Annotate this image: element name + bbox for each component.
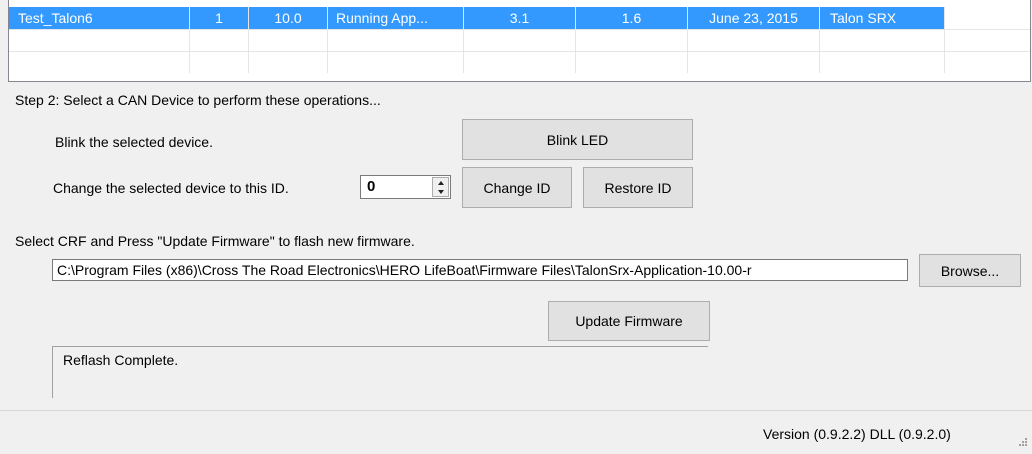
- blink-led-button[interactable]: Blink LED: [462, 119, 693, 160]
- browse-button[interactable]: Browse...: [919, 254, 1021, 287]
- flash-status-box: Reflash Complete.: [52, 346, 708, 398]
- firmware-version-cell: 10.0: [249, 7, 327, 29]
- device-row[interactable]: [9, 29, 1030, 51]
- column-divider: [944, 7, 945, 73]
- hardware-version-cell: 3.1: [464, 7, 575, 29]
- spin-down-button[interactable]: [433, 187, 448, 196]
- firmware-instruction: Select CRF and Press "Update Firmware" t…: [15, 233, 415, 249]
- blink-label: Blink the selected device.: [55, 134, 213, 150]
- restore-id-button[interactable]: Restore ID: [583, 167, 693, 208]
- device-row[interactable]: [9, 51, 1030, 73]
- flash-status-text: Reflash Complete.: [63, 352, 179, 368]
- device-list[interactable]: Test_Talon6 1 10.0 Running App... 3.1 1.…: [8, 0, 1031, 82]
- device-id-cell: 1: [190, 7, 248, 29]
- device-row[interactable]: Test_Talon6 1 10.0 Running App... 3.1 1.…: [9, 7, 1030, 29]
- change-id-button[interactable]: Change ID: [462, 167, 572, 208]
- arrow-up-icon: [437, 180, 444, 185]
- spin-buttons[interactable]: [432, 177, 449, 197]
- device-id-stepper[interactable]: 0: [360, 175, 451, 199]
- column-divider: [575, 7, 576, 73]
- step2-heading: Step 2: Select a CAN Device to perform t…: [15, 92, 381, 108]
- column-divider: [327, 7, 328, 73]
- device-id-value[interactable]: 0: [367, 178, 375, 195]
- status-bar: Version (0.9.2.2) DLL (0.9.2.0): [0, 410, 1032, 454]
- device-type-cell: Talon SRX: [820, 7, 944, 29]
- column-divider: [819, 7, 820, 73]
- column-divider: [189, 7, 190, 73]
- column-divider: [248, 7, 249, 73]
- update-firmware-button[interactable]: Update Firmware: [548, 301, 710, 341]
- row-divider: [9, 29, 1030, 30]
- resize-grip-icon[interactable]: [1016, 436, 1028, 448]
- manufacture-date-cell: June 23, 2015: [688, 7, 819, 29]
- arrow-down-icon: [437, 189, 444, 194]
- device-status-cell: Running App...: [328, 7, 463, 29]
- spin-up-button[interactable]: [433, 178, 448, 187]
- device-name-cell: Test_Talon6: [9, 7, 189, 29]
- row-divider: [9, 51, 1030, 52]
- bootloader-version-cell: 1.6: [576, 7, 687, 29]
- column-divider: [687, 7, 688, 73]
- firmware-path-field[interactable]: C:\Program Files (x86)\Cross The Road El…: [52, 259, 908, 281]
- change-id-label: Change the selected device to this ID.: [53, 180, 289, 196]
- version-text: Version (0.9.2.2) DLL (0.9.2.0): [763, 426, 951, 442]
- empty-cell: [945, 7, 1030, 29]
- column-divider: [463, 7, 464, 73]
